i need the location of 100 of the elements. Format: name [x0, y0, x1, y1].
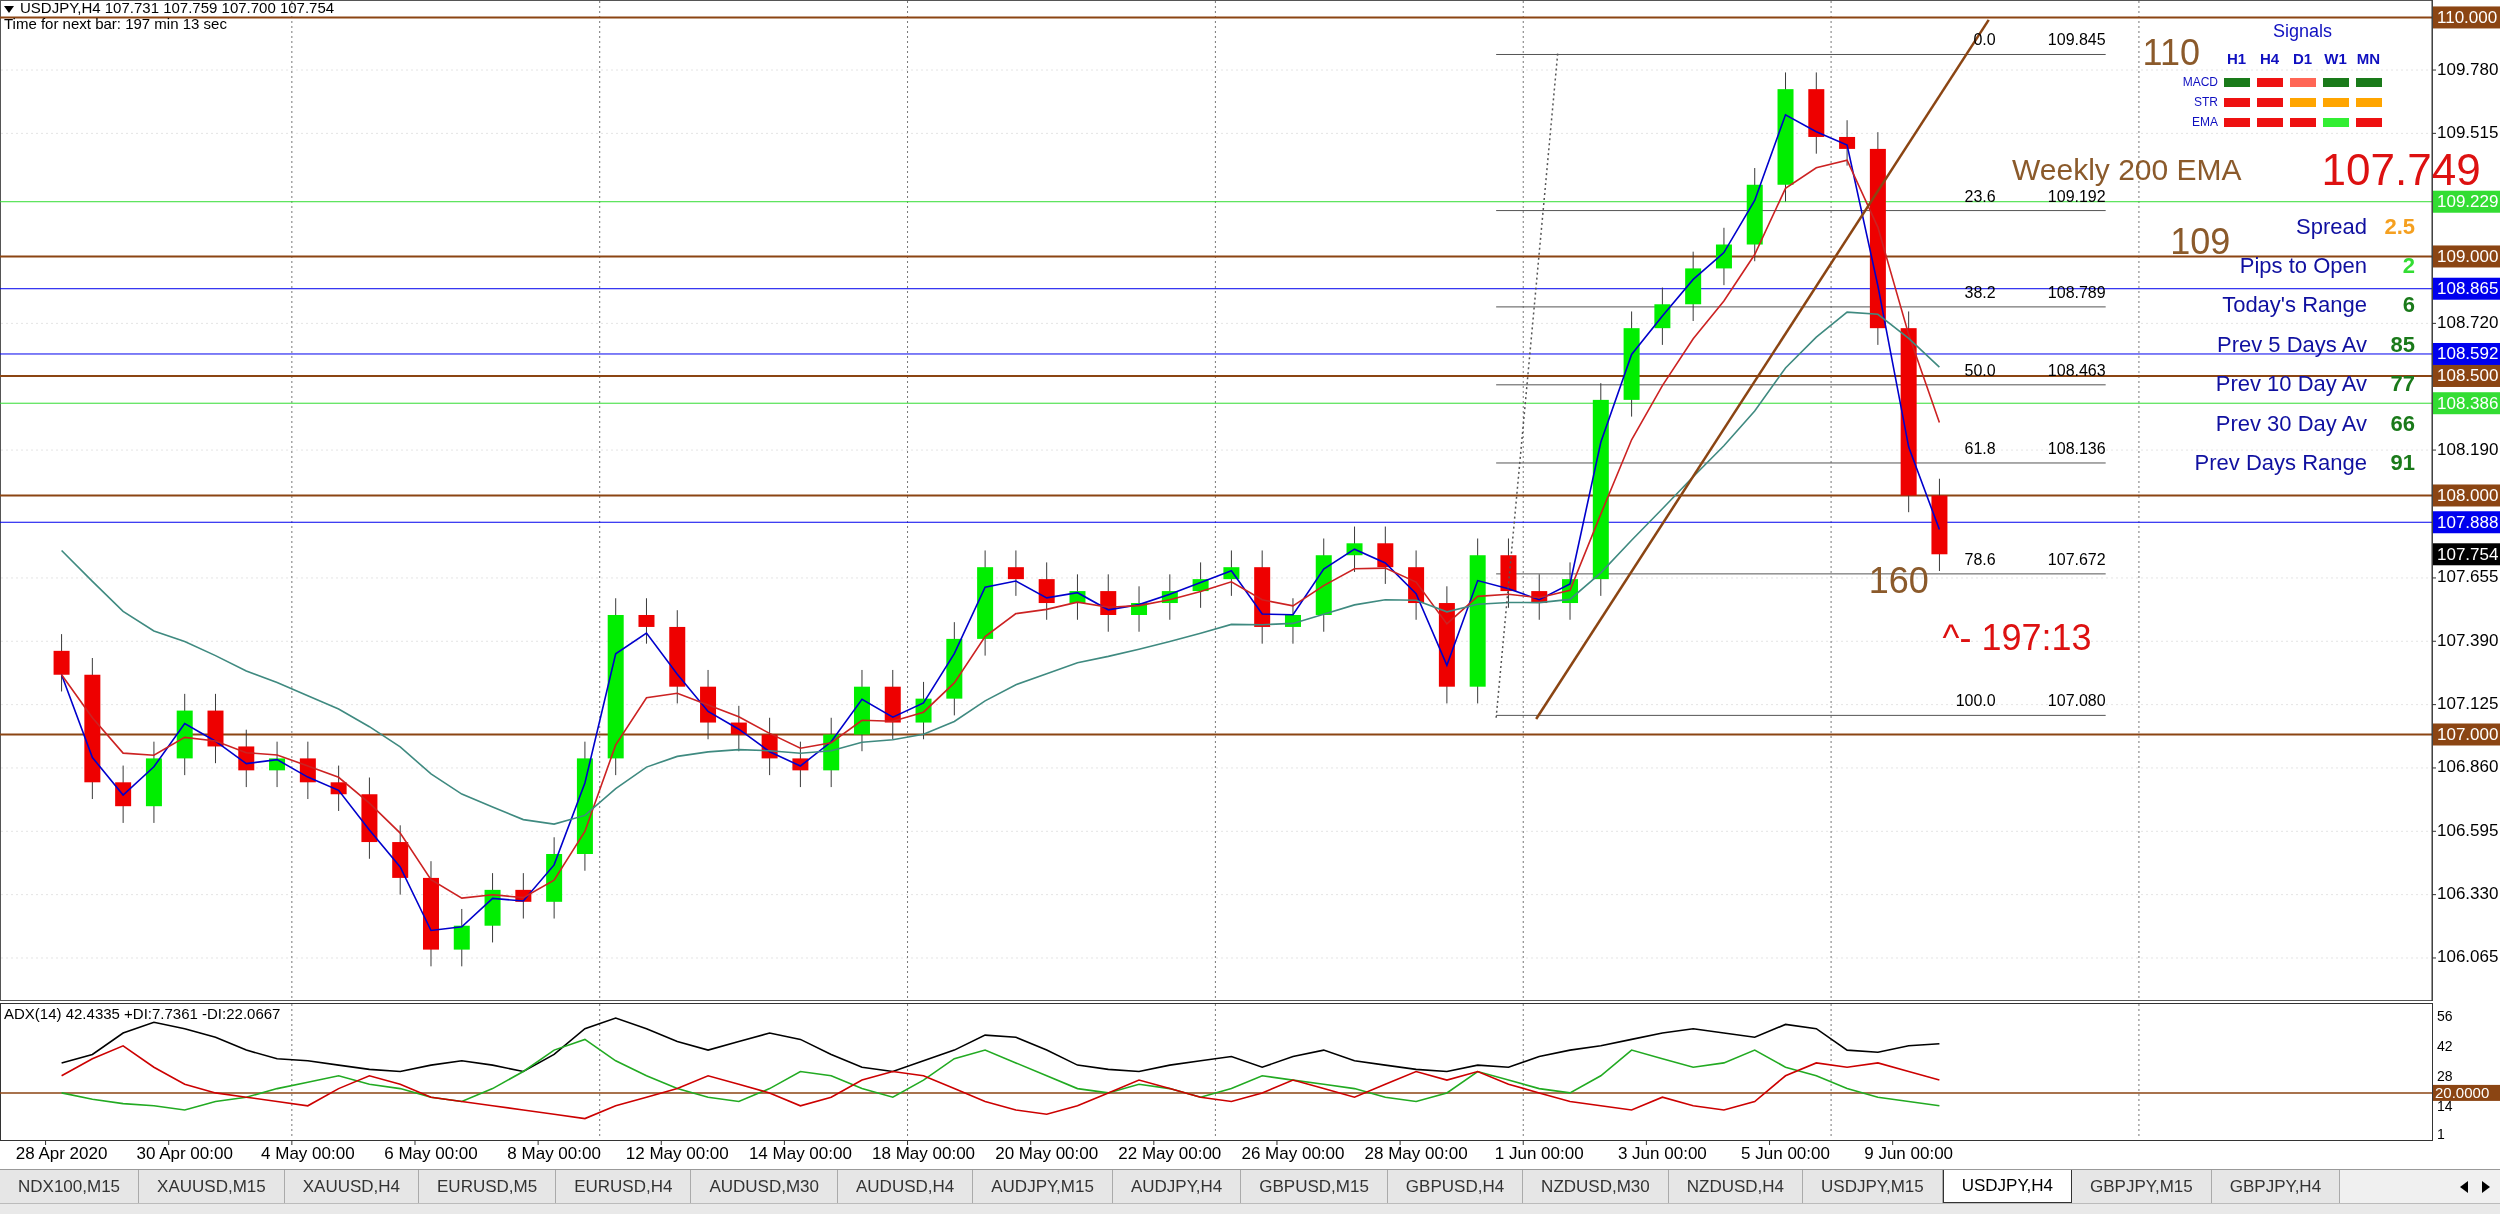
stat-value: 91 — [2389, 452, 2415, 475]
date-axis-label: 6 May 00:00 — [384, 1144, 478, 1163]
candlestick — [823, 717, 840, 788]
fibonacci-ratio: 78.6 — [1964, 550, 1996, 568]
chart-tab[interactable]: GBPUSD,M15 — [1241, 1170, 1388, 1203]
chart-tab[interactable]: USDJPY,H4 — [1942, 1170, 2073, 1203]
price-axis-label: 109.780 — [2437, 59, 2499, 79]
stat-value: 2 — [2401, 255, 2415, 278]
price-axis-label: 108.190 — [2437, 439, 2499, 459]
signal-label: STR — [2193, 94, 2219, 111]
candlestick — [1562, 561, 1579, 621]
timeframe-header: MN — [2355, 49, 2382, 69]
chart-tab[interactable]: AUDUSD,H4 — [838, 1170, 974, 1203]
chart-tab[interactable]: USDJPY,M15 — [1803, 1170, 1943, 1203]
fibonacci-price: 109.845 — [2047, 31, 2106, 49]
price-level-label: 108.592 — [2433, 343, 2500, 365]
price-level-label: 107.888 — [2433, 511, 2500, 534]
fibonacci-price: 108.789 — [2047, 283, 2106, 301]
chart-tab[interactable]: AUDJPY,M15 — [973, 1170, 1113, 1203]
chart-tab[interactable]: NZDUSD,H4 — [1668, 1170, 1804, 1203]
chart-tab[interactable]: GBPUSD,H4 — [1387, 1170, 1524, 1203]
chart-tab[interactable]: EURUSD,H4 — [556, 1170, 692, 1203]
candlestick — [1685, 251, 1702, 322]
date-axis-label: 28 Apr 2020 — [15, 1144, 108, 1163]
candlestick — [299, 741, 316, 800]
chart-annotation: 110 — [2142, 32, 2201, 74]
candlestick — [1500, 538, 1517, 609]
candlestick — [915, 681, 932, 740]
stat-label: Prev 30 Day Av — [2215, 412, 2367, 435]
price-axis-label: 108.720 — [2437, 312, 2499, 332]
chart-tab[interactable]: GBPJPY,H4 — [2211, 1170, 2341, 1203]
fibonacci-ratio: 23.6 — [1964, 187, 1996, 205]
price-level-label: 108.865 — [2433, 277, 2500, 300]
timeframe-header: H4 — [2258, 49, 2281, 69]
price-level-label: 110.000 — [2433, 6, 2500, 29]
candlestick — [1038, 561, 1055, 621]
stat-label: Prev 10 Day Av — [2215, 373, 2367, 396]
fibonacci-ratio: 0.0 — [1973, 31, 1996, 49]
fibonacci-price: 107.672 — [2047, 550, 2106, 568]
chart-tab[interactable]: AUDUSD,M30 — [691, 1170, 838, 1203]
level-label: 20.0000 — [2433, 1084, 2500, 1102]
chart-tab[interactable]: NDX100,M15 — [0, 1170, 140, 1203]
candlestick — [1069, 573, 1086, 621]
price-level-label: 107.000 — [2433, 723, 2500, 746]
chart-tab[interactable]: XAUUSD,H4 — [284, 1170, 419, 1203]
fibonacci-ratio: 38.2 — [1964, 283, 1996, 301]
candlestick — [1284, 597, 1301, 645]
fibonacci-price: 109.192 — [2047, 187, 2106, 205]
signal-label: EMA — [2191, 114, 2219, 131]
date-axis-label: 1 Jun 00:00 — [1494, 1144, 1584, 1163]
candlestick — [1223, 549, 1240, 597]
timeframe-header: W1 — [2323, 49, 2348, 69]
candlestick — [1839, 119, 1856, 167]
chart-tab[interactable]: GBPJPY,M15 — [2072, 1170, 2212, 1203]
chart-tab[interactable]: NZDUSD,M30 — [1523, 1170, 1669, 1203]
indicator-axis-label: 1 — [2437, 1125, 2445, 1142]
candlestick — [1100, 573, 1117, 633]
stat-label: Pips to Open — [2239, 255, 2367, 278]
price-axis-label: 106.860 — [2437, 757, 2499, 777]
price-axis-label: 107.655 — [2437, 567, 2499, 587]
candlestick — [453, 908, 470, 967]
chart-annotation: 160 — [1868, 560, 1929, 602]
candlestick — [269, 741, 286, 788]
price-level-label: 108.000 — [2433, 484, 2500, 507]
fibonacci-ratio: 100.0 — [1955, 692, 1996, 710]
chart-tab[interactable]: XAUUSD,M15 — [139, 1170, 285, 1203]
candlestick — [1161, 573, 1178, 621]
candlestick — [330, 765, 347, 812]
date-axis-label: 14 May 00:00 — [748, 1144, 852, 1163]
price-axis-label: 106.330 — [2437, 884, 2499, 904]
fibonacci-price: 108.136 — [2047, 439, 2106, 457]
scroll-left-icon[interactable] — [2460, 1181, 2468, 1193]
stat-value: 85 — [2389, 333, 2415, 356]
candlestick — [1192, 561, 1209, 609]
price-axis-label: 106.065 — [2437, 947, 2499, 967]
price-level-label: 109.229 — [2433, 190, 2500, 213]
scroll-right-icon[interactable] — [2482, 1181, 2490, 1193]
candlestick — [392, 824, 409, 896]
chart-tab[interactable]: EURUSD,M5 — [419, 1170, 557, 1203]
signal-label: MACD — [2181, 74, 2219, 91]
timeframe-header: H1 — [2225, 49, 2248, 69]
candlestick — [1654, 287, 1671, 346]
price-axis-label: 107.125 — [2437, 694, 2499, 714]
stat-value: 66 — [2389, 412, 2415, 435]
timeframe-header: D1 — [2291, 49, 2314, 69]
chart-symbol-line: USDJPY,H4 107.731 107.759 107.700 107.754 — [20, 0, 335, 16]
chart-tab[interactable]: AUDJPY,H4 — [1112, 1170, 1242, 1203]
date-axis-label: 18 May 00:00 — [872, 1144, 976, 1163]
price-level-label: 107.754 — [2433, 543, 2500, 566]
date-axis-label: 5 Jun 00:00 — [1741, 1144, 1830, 1163]
candlestick — [700, 669, 717, 740]
candlestick — [115, 765, 132, 824]
date-axis-label: 12 May 00:00 — [625, 1144, 729, 1163]
date-axis-label: 9 Jun 00:00 — [1864, 1144, 1954, 1163]
fibonacci-price: 107.080 — [2047, 692, 2106, 710]
signals-title: Signals — [2271, 20, 2333, 43]
date-axis-label: 28 May 00:00 — [1364, 1144, 1468, 1163]
candlestick — [1007, 549, 1024, 597]
chart-annotation: ^- 197:13 — [1942, 616, 2092, 658]
fibonacci-price: 108.463 — [2047, 361, 2106, 379]
